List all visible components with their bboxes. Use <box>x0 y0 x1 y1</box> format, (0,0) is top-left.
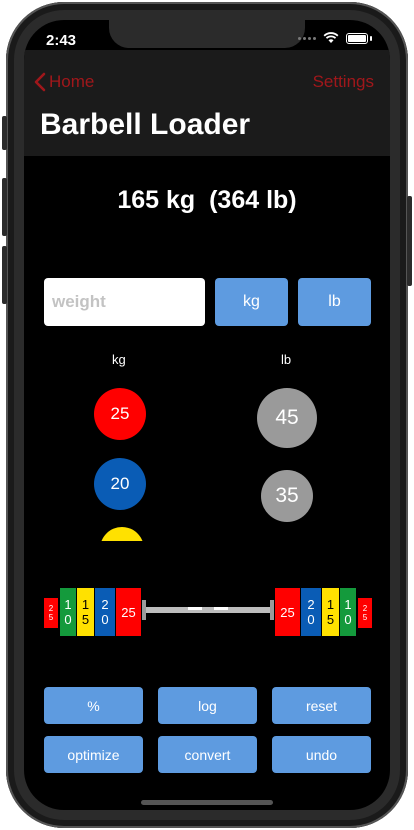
lb-plate-35[interactable]: 35 <box>261 470 313 522</box>
kg-plate-20[interactable]: 20 <box>94 458 146 510</box>
signal-icon <box>298 36 316 40</box>
battery-tip <box>370 35 372 41</box>
status-icons <box>298 32 372 44</box>
kg-button[interactable]: kg <box>215 278 288 326</box>
settings-button[interactable]: Settings <box>313 72 374 92</box>
bar-plate-left-20[interactable]: 20 <box>95 588 115 636</box>
status-time: 2:43 <box>46 32 77 49</box>
kg-column-label: kg <box>112 352 126 367</box>
log-button[interactable]: log <box>158 687 257 724</box>
notch <box>109 20 305 48</box>
lb-plate-45[interactable]: 45 <box>257 388 317 448</box>
bar-plate-right-25[interactable]: 25 <box>275 588 300 636</box>
volume-up-button <box>2 178 7 236</box>
bar-plate-left-10[interactable]: 10 <box>60 588 76 636</box>
right-collar <box>270 600 274 620</box>
bar-plate-right-15[interactable]: 15 <box>322 588 339 636</box>
screen: 2:43 Home Settings Barbell Loader 165 kg… <box>24 20 390 810</box>
bar-grip-mark <box>188 607 202 610</box>
bar-shaft <box>142 607 274 613</box>
weight-input[interactable]: weight <box>44 278 205 326</box>
bar-plate-left-25[interactable]: 25 <box>116 588 141 636</box>
bar-plate-left-2.5[interactable]: 25 <box>44 598 58 628</box>
bar-plate-right-10[interactable]: 10 <box>340 588 356 636</box>
bar-plate-left-15[interactable]: 15 <box>77 588 94 636</box>
battery-icon <box>346 32 368 44</box>
lb-column-label: lb <box>281 352 292 367</box>
silent-switch <box>2 116 7 150</box>
power-button <box>407 196 412 286</box>
bar-plate-right-20[interactable]: 20 <box>301 588 321 636</box>
back-label: Home <box>49 72 95 91</box>
bar-plate-right-2.5[interactable]: 25 <box>358 598 372 628</box>
optimize-button[interactable]: optimize <box>44 736 143 773</box>
left-collar <box>142 600 146 620</box>
undo-button[interactable]: undo <box>272 736 371 773</box>
kg-plate-25[interactable]: 25 <box>94 388 146 440</box>
back-button[interactable]: Home <box>34 72 94 92</box>
convert-button[interactable]: convert <box>158 736 257 773</box>
bar-grip-mark <box>214 607 228 610</box>
chevron-left-icon <box>34 72 46 92</box>
wifi-icon <box>323 32 339 43</box>
volume-down-button <box>2 246 7 304</box>
percent-button[interactable]: % <box>44 687 143 724</box>
weight-placeholder: weight <box>52 292 106 311</box>
home-indicator <box>141 800 273 805</box>
navigation-bar: Home Settings Barbell Loader <box>24 50 390 156</box>
total-weight-display: 165 kg (364 lb) <box>117 186 297 214</box>
kg-plate-15-partial[interactable] <box>100 527 144 541</box>
reset-button[interactable]: reset <box>272 687 371 724</box>
page-title: Barbell Loader <box>40 108 251 141</box>
lb-button[interactable]: lb <box>298 278 371 326</box>
